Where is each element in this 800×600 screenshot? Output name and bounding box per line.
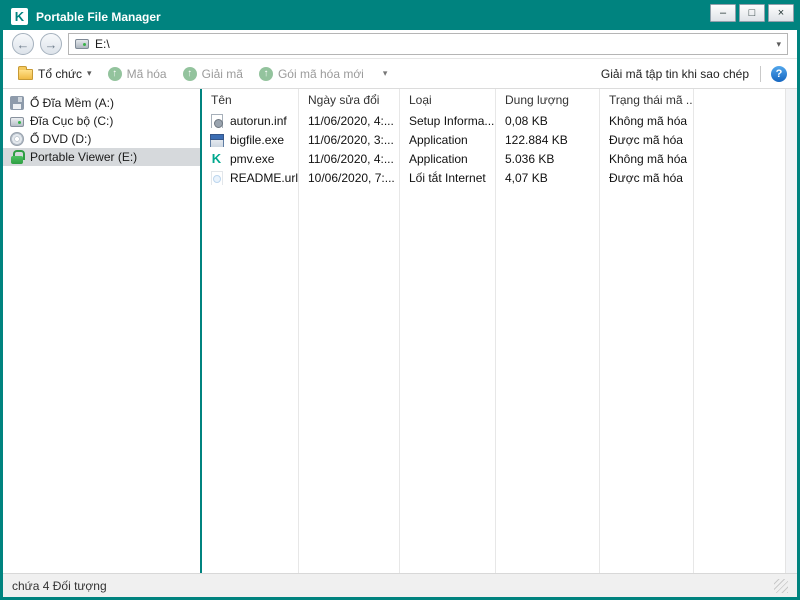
sidebar-item-label: Ổ Đĩa Mềm (A:) xyxy=(30,96,115,110)
organize-button[interactable]: Tổ chức ▾ xyxy=(11,64,99,84)
address-bar[interactable]: E:\ ▾ xyxy=(68,33,788,55)
new-package-icon: ↑ xyxy=(258,66,273,81)
sidebar-item-dvd-d[interactable]: Ổ DVD (D:) xyxy=(3,130,200,148)
window-controls: – □ × xyxy=(710,4,794,22)
file-type-cell: Lối tắt Internet xyxy=(409,170,486,185)
address-path: E:\ xyxy=(95,37,110,51)
file-name-cell: bigfile.exe xyxy=(202,133,299,147)
file-size-cell: 0,08 KB xyxy=(505,113,548,128)
file-name: README.url xyxy=(230,170,299,185)
new-package-button[interactable]: ↑ Gói mã hóa mới ▾ xyxy=(252,64,394,84)
column-header-modified[interactable]: Ngày sửa đổi xyxy=(299,93,400,107)
column-header-status[interactable]: Trạng thái mã ... xyxy=(600,93,694,107)
window-title: Portable File Manager xyxy=(36,9,161,24)
file-row-autorun-inf[interactable]: autorun.inf 11/06/2020, 4:... Setup Info… xyxy=(202,111,785,130)
drive-icon xyxy=(75,39,89,49)
encrypt-icon: ↑ xyxy=(107,66,122,81)
file-name-cell: K pmv.exe xyxy=(202,152,299,166)
file-name: pmv.exe xyxy=(230,151,275,166)
floppy-drive-icon xyxy=(10,96,24,110)
help-icon[interactable]: ? xyxy=(771,65,787,82)
application-file-icon xyxy=(209,133,224,147)
kaspersky-app-icon: K xyxy=(211,151,222,166)
decrypt-button[interactable]: ↑ Giải mã xyxy=(176,64,250,84)
resize-grip[interactable] xyxy=(774,578,788,593)
navigation-bar: ← → E:\ ▾ xyxy=(3,30,797,59)
file-list-header: Tên Ngày sửa đổi Loại Dung lượng Trạng t… xyxy=(202,89,785,111)
main-area: Ổ Đĩa Mềm (A:) Đĩa Cục bộ (C:) Ổ DVD (D:… xyxy=(3,89,797,573)
sidebar-item-local-c[interactable]: Đĩa Cục bộ (C:) xyxy=(3,112,200,130)
hard-drive-icon xyxy=(10,117,24,127)
status-text: chứa 4 Đối tượng xyxy=(12,578,107,593)
file-modified-cell: 11/06/2020, 4:... xyxy=(308,113,394,128)
file-name-cell: autorun.inf xyxy=(202,113,299,128)
maximize-button[interactable]: □ xyxy=(739,4,765,22)
sidebar-item-floppy-a[interactable]: Ổ Đĩa Mềm (A:) xyxy=(3,94,200,112)
back-arrow-icon: ← xyxy=(16,36,30,52)
file-status-cell: Được mã hóa xyxy=(609,170,683,185)
file-row-bigfile-exe[interactable]: bigfile.exe 11/06/2020, 3:... Applicatio… xyxy=(202,130,785,149)
close-button[interactable]: × xyxy=(768,4,794,22)
sidebar-item-label: Portable Viewer (E:) xyxy=(30,150,138,164)
file-type-cell: Application xyxy=(409,151,468,166)
column-header-name[interactable]: Tên xyxy=(202,93,299,107)
sidebar-item-portable-e[interactable]: Portable Viewer (E:) xyxy=(3,148,200,166)
file-name: autorun.inf xyxy=(230,113,287,128)
file-list-pane: Tên Ngày sửa đổi Loại Dung lượng Trạng t… xyxy=(202,89,785,573)
column-header-size[interactable]: Dung lượng xyxy=(496,93,600,107)
file-row-readme-url[interactable]: README.url 10/06/2020, 7:... Lối tắt Int… xyxy=(202,168,785,187)
column-separator xyxy=(495,89,496,573)
decrypt-label: Giải mã xyxy=(201,66,243,81)
file-name: bigfile.exe xyxy=(230,132,285,147)
title-bar: K Portable File Manager – □ × xyxy=(3,3,797,30)
column-separator xyxy=(298,89,299,573)
app-window: K Portable File Manager – □ × ← → E:\ ▾ … xyxy=(0,0,800,600)
chevron-down-icon: ▾ xyxy=(382,68,388,78)
dvd-drive-icon xyxy=(10,132,24,146)
file-status-cell: Không mã hóa xyxy=(609,151,688,166)
vertical-scrollbar[interactable] xyxy=(785,89,797,573)
column-header-type[interactable]: Loại xyxy=(400,93,496,107)
toolbar-separator xyxy=(760,65,761,82)
file-status-cell: Không mã hóa xyxy=(609,113,688,128)
sidebar-item-label: Đĩa Cục bộ (C:) xyxy=(30,114,114,128)
minimize-button[interactable]: – xyxy=(710,4,736,22)
file-size-cell: 122.884 KB xyxy=(505,132,568,147)
decrypt-icon: ↑ xyxy=(182,66,197,81)
kaspersky-logo-icon: K xyxy=(11,8,28,25)
file-modified-cell: 10/06/2020, 7:... xyxy=(308,170,395,185)
status-bar: chứa 4 Đối tượng xyxy=(3,573,797,597)
internet-shortcut-icon xyxy=(209,170,224,185)
address-dropdown-icon[interactable]: ▾ xyxy=(776,39,781,50)
command-toolbar: Tổ chức ▾ ↑ Mã hóa ↑ Giải mã ↑ Gói mã hó… xyxy=(3,59,797,89)
forward-arrow-icon: → xyxy=(44,36,58,52)
back-button[interactable]: ← xyxy=(12,33,34,55)
file-size-cell: 5.036 KB xyxy=(505,151,555,166)
file-row-pmv-exe[interactable]: K pmv.exe 11/06/2020, 4:... Application … xyxy=(202,149,785,168)
file-modified-cell: 11/06/2020, 3:... xyxy=(308,132,394,147)
setup-file-icon xyxy=(209,113,224,128)
file-type-cell: Application xyxy=(409,132,468,147)
file-status-cell: Được mã hóa xyxy=(609,132,683,147)
encrypt-button[interactable]: ↑ Mã hóa xyxy=(101,64,174,84)
new-package-label: Gói mã hóa mới xyxy=(277,66,364,81)
file-name-cell: README.url xyxy=(202,170,299,185)
decrypt-on-copy-toggle[interactable]: Giải mã tập tin khi sao chép xyxy=(592,67,758,81)
column-separator xyxy=(693,89,694,573)
column-separator xyxy=(599,89,600,573)
organize-label: Tổ chức xyxy=(38,66,83,81)
folder-icon xyxy=(18,66,33,80)
file-size-cell: 4,07 KB xyxy=(505,170,548,185)
file-type-cell: Setup Informa... xyxy=(409,113,495,128)
file-modified-cell: 11/06/2020, 4:... xyxy=(308,151,394,166)
encrypt-label: Mã hóa xyxy=(126,66,167,81)
chevron-down-icon: ▾ xyxy=(87,68,92,78)
encrypted-drive-lock-icon xyxy=(10,150,25,164)
sidebar-item-label: Ổ DVD (D:) xyxy=(30,132,92,146)
drive-sidebar: Ổ Đĩa Mềm (A:) Đĩa Cục bộ (C:) Ổ DVD (D:… xyxy=(3,89,200,573)
column-separator xyxy=(399,89,400,573)
forward-button[interactable]: → xyxy=(40,33,62,55)
